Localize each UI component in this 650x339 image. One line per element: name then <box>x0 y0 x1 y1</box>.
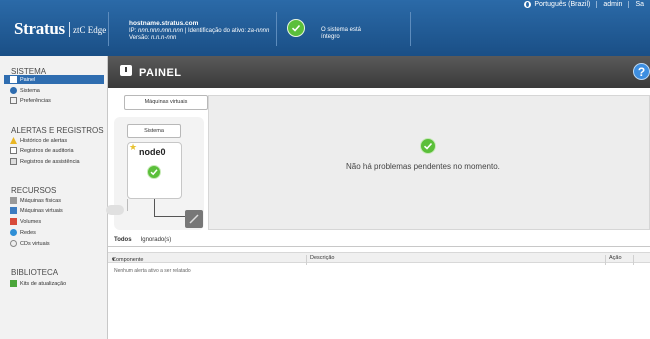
sort-down-icon: ▾ <box>112 257 115 263</box>
system-button[interactable]: Sistema <box>127 124 181 138</box>
stratus-logo: Stratus ztC Edge <box>0 0 108 56</box>
virtual-machines-button[interactable]: Máquinas virtuais <box>124 95 208 110</box>
ip-address: nnn.nnn.nnn.nnn <box>138 27 184 34</box>
warning-icon <box>10 137 17 144</box>
section-recursos: RECURSOS <box>11 186 57 195</box>
dashboard-icon <box>10 76 17 83</box>
audit-log-icon <box>10 147 17 154</box>
sidebar-item-maquinas-virtuais[interactable]: Máquinas virtuais <box>10 206 63 215</box>
upgrade-kit-icon <box>10 280 17 287</box>
host-info: hostname.stratus.com IP: nnn.nnn.nnn.nnn… <box>129 20 270 41</box>
volume-icon <box>10 218 17 225</box>
alert-tabs: Todos Ignorado(s) <box>114 237 171 243</box>
globe-icon <box>524 1 532 8</box>
panel-title-bar: PAINEL ? <box>108 56 650 88</box>
physical-machine-icon <box>10 197 17 204</box>
system-icon <box>10 87 17 94</box>
preferences-icon <box>10 97 17 104</box>
hostname: hostname.stratus.com <box>129 20 199 27</box>
node-name: node0 <box>139 147 166 157</box>
sidebar-item-painel[interactable]: Painel <box>4 75 104 84</box>
network-icon <box>10 229 17 236</box>
sidebar-item-auditoria[interactable]: Registros de auditoria <box>10 146 74 155</box>
product-name: ztC Edge <box>73 25 107 35</box>
network-port-icon <box>185 210 203 228</box>
col-description[interactable]: Descrição <box>310 255 334 261</box>
virtual-machine-icon <box>10 207 17 214</box>
primary-star-icon: ★ <box>129 142 138 152</box>
sidebar-item-redes[interactable]: Redes <box>10 228 36 237</box>
sidebar-item-preferencias[interactable]: Preferências <box>10 96 51 105</box>
sidebar-item-assistencia[interactable]: Registros de assistência <box>10 157 80 166</box>
empty-alerts-message: Nenhum alerta ativo a ser relatado <box>114 268 191 274</box>
logout-link[interactable]: Sa <box>628 1 650 8</box>
support-log-icon <box>10 158 17 165</box>
top-nav: Português (Brazil) admin Sa <box>518 0 650 9</box>
cd-icon <box>10 240 17 247</box>
sidebar-item-maquinas-fisicas[interactable]: Máquinas físicas <box>10 196 61 205</box>
cloud-icon <box>106 205 124 215</box>
system-status-text: O sistema está íntegro <box>321 27 362 40</box>
dashboard-icon <box>120 65 132 76</box>
status-ok-icon <box>420 138 436 154</box>
asset-id: za-nnnn <box>247 27 270 34</box>
sidebar-item-kits[interactable]: Kits de atualização <box>10 279 66 288</box>
system-ok-icon <box>287 19 305 37</box>
user-menu[interactable]: admin <box>596 1 628 8</box>
sidebar-item-cds[interactable]: CDs virtuais <box>10 239 50 248</box>
brand-name: Stratus <box>14 19 65 38</box>
node-card[interactable]: ★ node0 <box>127 142 182 199</box>
sidebar-item-historico[interactable]: Histórico de alertas <box>10 136 67 145</box>
col-action[interactable]: Ação <box>609 255 622 261</box>
top-header: Stratus ztC Edge hostname.stratus.com IP… <box>0 0 650 56</box>
version: n.n.n-nnn <box>151 35 177 41</box>
sidebar-item-sistema[interactable]: Sistema <box>10 86 40 95</box>
language-selector[interactable]: Português (Brazil) <box>518 1 596 8</box>
section-alertas: ALERTAS E REGISTROS <box>11 126 104 135</box>
node-ok-icon <box>147 165 161 179</box>
page-title: PAINEL <box>139 67 182 79</box>
tab-all[interactable]: Todos <box>114 237 132 243</box>
status-message: Não há problemas pendentes no momento. <box>346 162 500 171</box>
sidebar-item-volumes[interactable]: Volumes <box>10 217 41 226</box>
section-biblioteca: BIBLIOTECA <box>11 268 59 277</box>
tab-ignored[interactable]: Ignorado(s) <box>141 237 172 243</box>
alerts-table-header: Componente ▾ Descrição Ação <box>108 252 650 265</box>
help-icon[interactable]: ? <box>633 63 650 80</box>
